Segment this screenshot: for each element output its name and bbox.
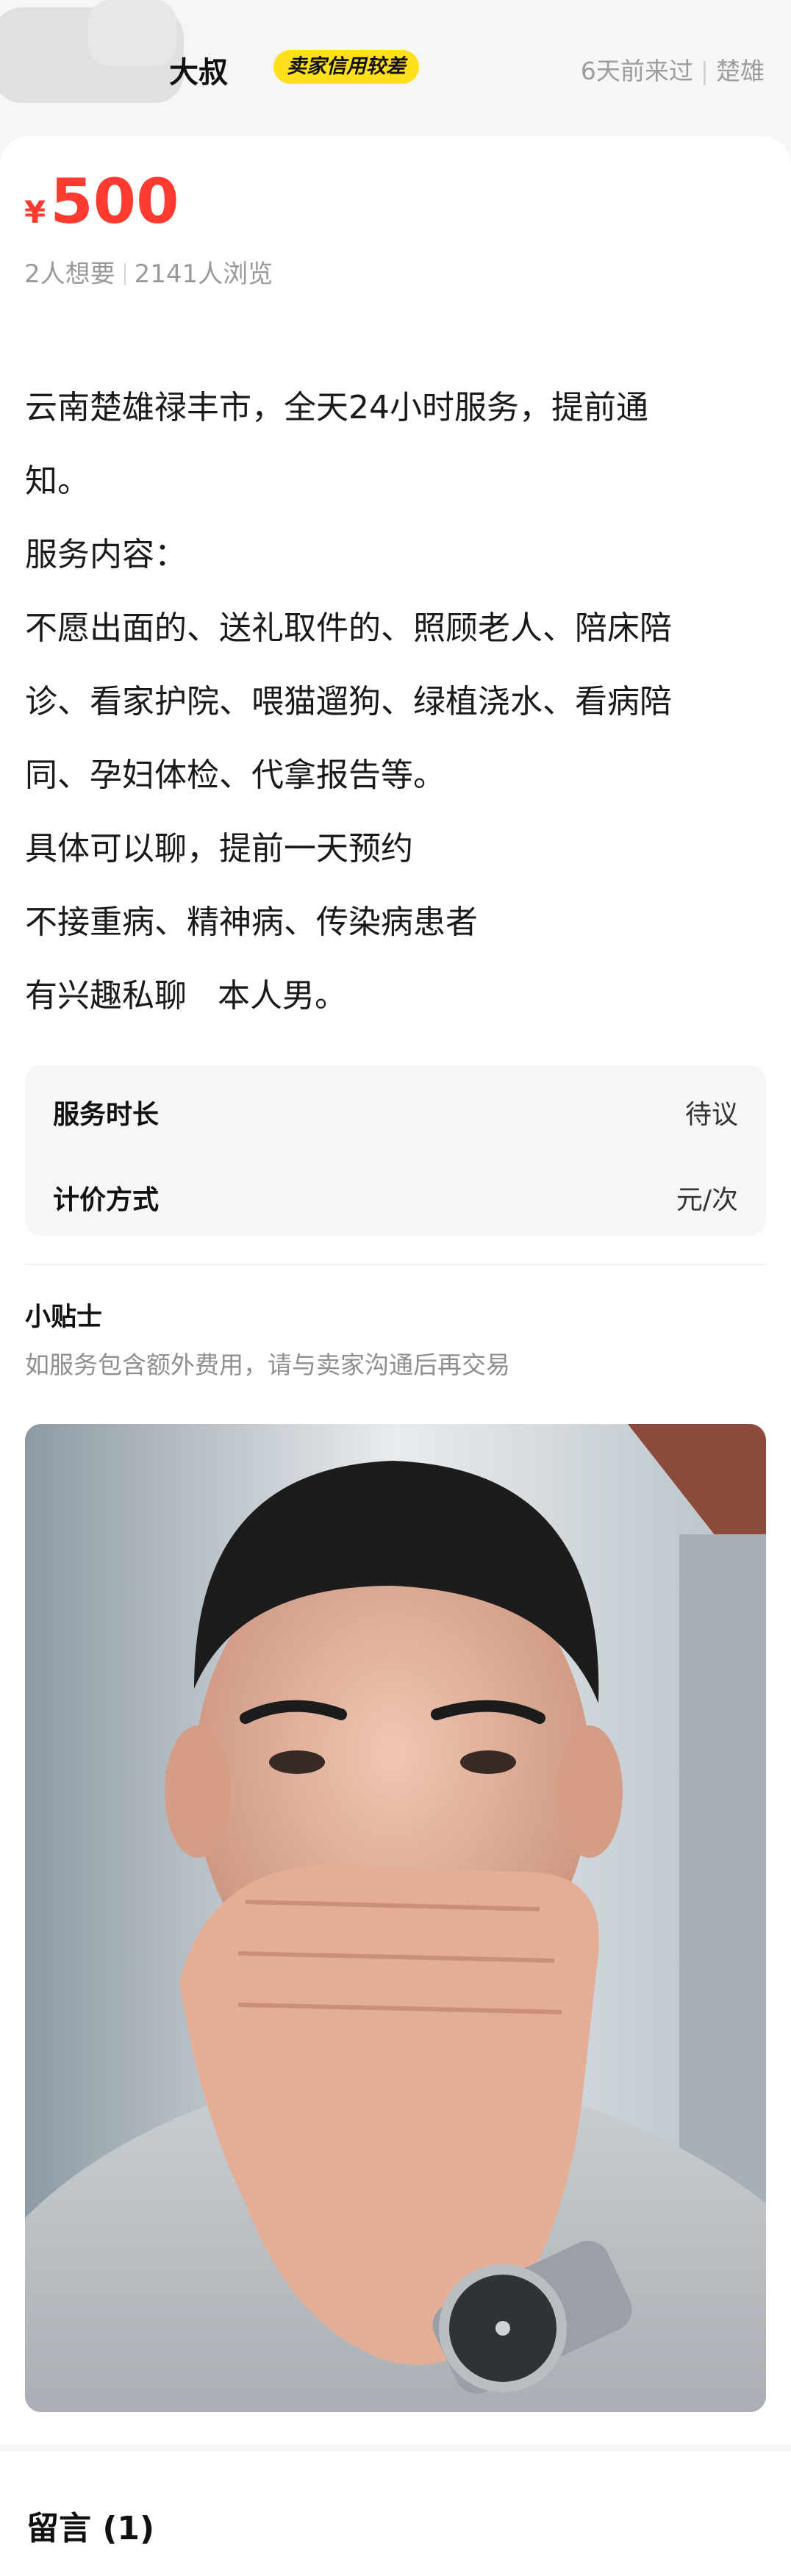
seller-meta: 6天前来过 | 楚雄 xyxy=(581,51,765,87)
spec-row-duration: 服务时长 待议 xyxy=(25,1065,766,1151)
spec-value: 待议 xyxy=(684,1100,738,1130)
listing-stats: 2人想要 2141人浏览 xyxy=(24,254,273,290)
service-specs: 服务时长 待议 计价方式 元/次 xyxy=(25,1065,766,1236)
description-line: 具体可以聊，提前一天预约 xyxy=(25,830,413,867)
description-line: 不接重病、精神病、传染病患者 xyxy=(25,904,478,941)
description-line: 诊、看家护院、喂猫遛狗、绿植浇水、看病陪 xyxy=(25,683,672,720)
description-line: 服务内容： xyxy=(25,536,187,573)
comments-title[interactable]: 留言 (1) xyxy=(26,2502,154,2549)
stats-divider xyxy=(124,263,126,285)
spec-row-pricing: 计价方式 元/次 xyxy=(25,1151,766,1236)
listing-card: ¥500 2人想要 2141人浏览 云南楚雄禄丰市，全天24小时服务，提前通 知。… xyxy=(0,136,791,2444)
seller-header: 大叔 卖家信用较差 6天前来过 | 楚雄 xyxy=(0,0,791,136)
view-count: 2141人浏览 xyxy=(134,260,273,289)
comments-section: 留言 (1) xyxy=(0,2452,791,2576)
credit-badge: 卖家信用较差 xyxy=(273,50,419,84)
want-count: 2人想要 xyxy=(24,260,115,289)
location-text: 楚雄 xyxy=(716,57,765,85)
person-photo-illustration xyxy=(25,1424,766,2412)
price: ¥500 xyxy=(24,165,179,237)
price-value: 500 xyxy=(50,165,179,237)
spec-value: 元/次 xyxy=(676,1185,738,1215)
description-line: 知。 xyxy=(25,462,90,500)
seller-name[interactable]: 大叔 xyxy=(169,49,228,91)
listing-photo[interactable] xyxy=(25,1424,766,2412)
spec-key: 服务时长 xyxy=(53,1100,160,1130)
description-line: 云南楚雄禄丰市，全天24小时服务，提前通 xyxy=(25,389,648,426)
last-seen-text: 6天前来过 xyxy=(580,57,693,85)
tips-title: 小贴士 xyxy=(25,1303,103,1332)
spec-key: 计价方式 xyxy=(53,1185,160,1215)
description-line: 不愿出面的、送礼取件的、照顾老人、陪床陪 xyxy=(25,609,672,647)
tips-text: 如服务包含额外费用，请与卖家沟通后再交易 xyxy=(25,1350,510,1379)
section-divider xyxy=(25,1264,766,1265)
avatar-blur-overlay xyxy=(88,0,176,66)
currency-symbol: ¥ xyxy=(24,194,46,230)
listing-description: 云南楚雄禄丰市，全天24小时服务，提前通 知。 服务内容： 不愿出面的、送礼取件… xyxy=(25,371,760,1033)
description-line: 有兴趣私聊 本人男。 xyxy=(25,977,347,1015)
listing-page: 大叔 卖家信用较差 6天前来过 | 楚雄 ¥500 2人想要 2141人浏览 云南楚雄… xyxy=(0,0,791,2576)
meta-separator: | xyxy=(700,57,709,85)
description-line: 同、孕妇体检、代拿报告等。 xyxy=(25,756,445,794)
